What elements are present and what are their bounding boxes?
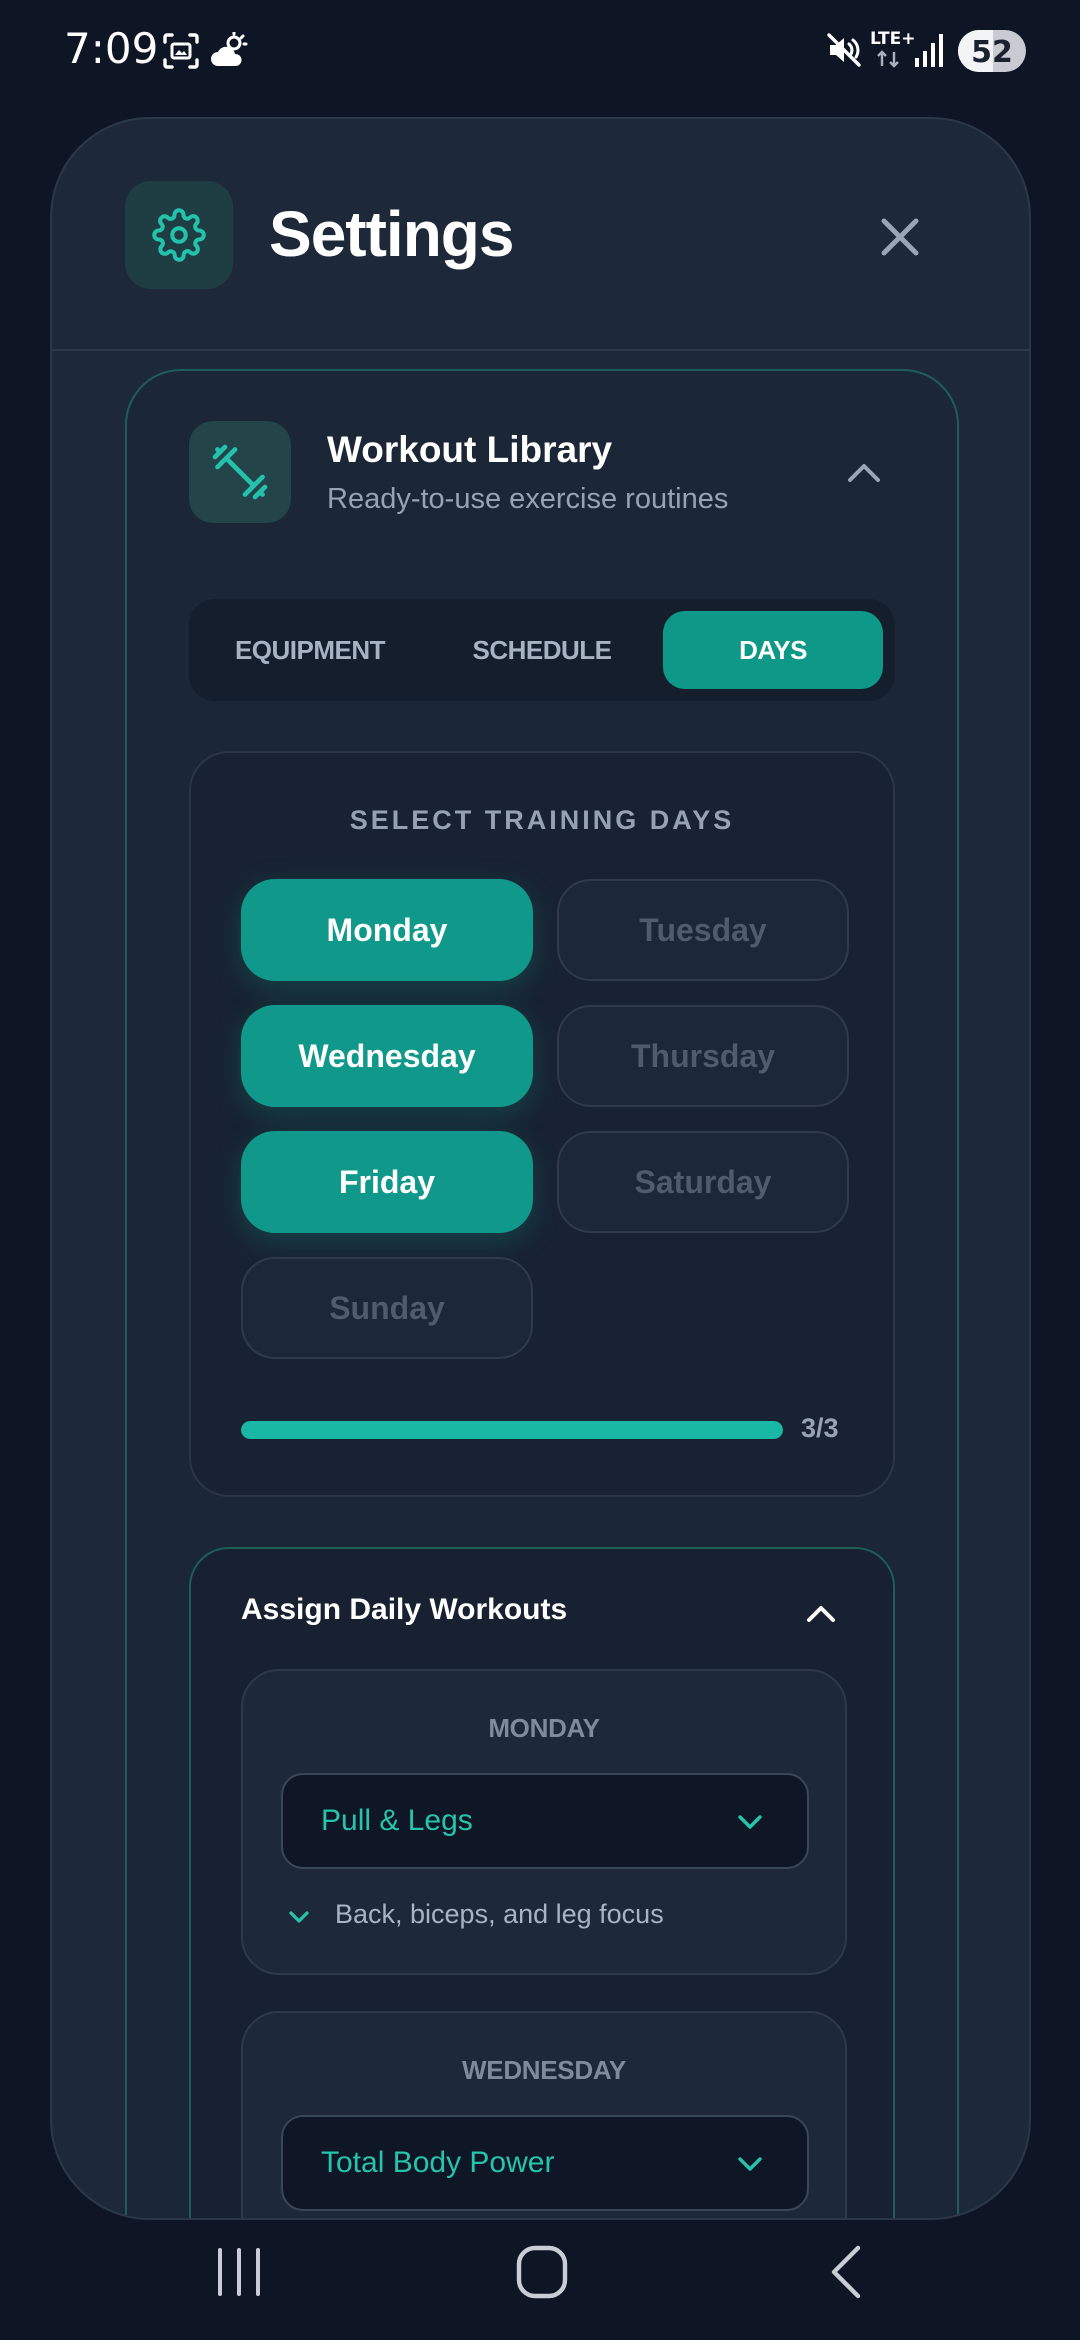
training-days-heading: SELECT TRAINING DAYS xyxy=(349,805,735,835)
navigation-bar xyxy=(0,2220,1080,2340)
screenshot-icon xyxy=(163,33,199,69)
battery-indicator: 52 xyxy=(958,30,1026,72)
days-progress-fill xyxy=(241,1421,783,1439)
chevron-down-icon xyxy=(289,1911,309,1923)
settings-icon-badge xyxy=(125,181,233,289)
dumbbell-icon xyxy=(212,444,268,500)
day-assignment-label: MONDAY xyxy=(488,1713,600,1743)
day-assignment-panel: WEDNESDAY Total Body Power xyxy=(241,2011,847,2218)
day-toggle-wednesday[interactable]: Wednesday xyxy=(241,1005,533,1107)
workout-library-title: Workout Library xyxy=(327,429,613,470)
network-type: LTE+ xyxy=(870,29,916,49)
workout-library-icon-badge xyxy=(189,421,291,523)
workout-select[interactable]: Total Body Power xyxy=(281,2115,809,2211)
battery-level: 52 xyxy=(971,35,1013,70)
days-progress-label: 3/3 xyxy=(801,1413,839,1443)
days-progress-bar xyxy=(241,1421,783,1439)
status-bar: 7:09 LTE+ 52 xyxy=(0,0,1080,104)
workout-select-value: Pull & Legs xyxy=(321,1804,473,1837)
assign-workouts-title: Assign Daily Workouts xyxy=(241,1593,568,1626)
day-assignment-label: WEDNESDAY xyxy=(462,2055,626,2085)
day-toggle-sunday[interactable]: Sunday xyxy=(241,1257,533,1359)
gear-icon xyxy=(152,208,206,262)
workout-description: Back, biceps, and leg focus xyxy=(335,1899,664,1929)
chevron-down-icon xyxy=(738,1815,762,1829)
workout-select-value: Total Body Power xyxy=(321,2146,555,2179)
signal-icon xyxy=(915,34,943,67)
library-tabs: EQUIPMENT SCHEDULE DAYS xyxy=(189,599,895,701)
training-days-card: SELECT TRAINING DAYS Monday Tuesday Wedn… xyxy=(189,751,895,1497)
day-toggle-friday[interactable]: Friday xyxy=(241,1131,533,1233)
chevron-down-icon xyxy=(738,2157,762,2171)
workout-select[interactable]: Pull & Legs xyxy=(281,1773,809,1869)
assign-workouts-card: Assign Daily Workouts MONDAY Pull & Legs… xyxy=(189,1547,895,2218)
status-time: 7:09 xyxy=(64,24,159,73)
tab-days[interactable]: DAYS xyxy=(663,611,883,689)
back-icon[interactable] xyxy=(826,2244,866,2300)
modal-header: Settings xyxy=(52,119,1029,351)
home-icon[interactable] xyxy=(516,2244,568,2300)
chevron-up-icon[interactable] xyxy=(801,1593,841,1633)
day-assignment-panel: MONDAY Pull & Legs Back, biceps, and leg… xyxy=(241,1669,847,1975)
day-toggle-saturday[interactable]: Saturday xyxy=(557,1131,849,1233)
day-toggle-thursday[interactable]: Thursday xyxy=(557,1005,849,1107)
mute-icon xyxy=(827,33,861,67)
close-icon[interactable] xyxy=(872,209,928,265)
modal-title: Settings xyxy=(269,198,514,270)
recent-apps-icon[interactable] xyxy=(214,2246,264,2298)
tab-equipment[interactable]: EQUIPMENT xyxy=(199,611,421,689)
day-toggle-tuesday[interactable]: Tuesday xyxy=(557,879,849,981)
tab-schedule[interactable]: SCHEDULE xyxy=(431,611,653,689)
chevron-up-icon[interactable] xyxy=(842,451,886,495)
weather-icon xyxy=(211,32,248,66)
workout-library-subtitle: Ready-to-use exercise routines xyxy=(327,483,729,515)
day-toggle-monday[interactable]: Monday xyxy=(241,879,533,981)
data-arrows-icon xyxy=(877,50,899,68)
workout-library-card: Workout Library Ready-to-use exercise ro… xyxy=(125,369,959,2218)
settings-modal: Settings Workout Library Ready-to-use ex… xyxy=(50,117,1031,2220)
